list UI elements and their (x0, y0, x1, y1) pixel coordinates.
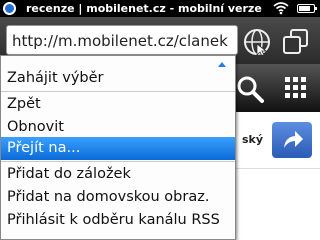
menu-item-go-to[interactable]: Přejít na... (1, 137, 235, 160)
url-field[interactable] (6, 25, 238, 55)
menu-item-add-home-screen[interactable]: Přidat na domovskou obraz. (1, 186, 235, 209)
status-bar: recenze | mobilenet.cz - mobilní verze (0, 0, 320, 17)
page-text-fragment: ský (242, 133, 264, 146)
menu-item-subscribe-rss[interactable]: Přihlásit k odběru kanálu RSS (1, 209, 235, 232)
menu-item-refresh[interactable]: Obnovit (1, 116, 235, 139)
globe-icon[interactable] (243, 28, 271, 56)
search-icon[interactable] (236, 75, 264, 103)
share-arrow-icon (284, 131, 303, 148)
menu-item-add-bookmark[interactable]: Přidat do záložek (1, 163, 235, 186)
battery-icon (297, 4, 317, 13)
browser-menu: Zahájit výběr Zpět Obnovit Přejít na... … (0, 55, 236, 240)
grid-icon[interactable] (285, 77, 307, 99)
browser-globe-icon (3, 2, 16, 15)
menu-separator (1, 91, 235, 92)
content-divider (236, 168, 320, 169)
menu-item-back[interactable]: Zpět (1, 93, 235, 116)
menu-separator (1, 161, 235, 162)
menu-item-start-selection[interactable]: Zahájit výběr (1, 67, 235, 90)
wifi-icon (273, 2, 289, 15)
share-button[interactable] (272, 122, 312, 158)
tabs-icon[interactable] (283, 29, 309, 55)
url-input[interactable] (7, 26, 237, 54)
window-title: recenze | mobilenet.cz - mobilní verze (26, 2, 262, 15)
